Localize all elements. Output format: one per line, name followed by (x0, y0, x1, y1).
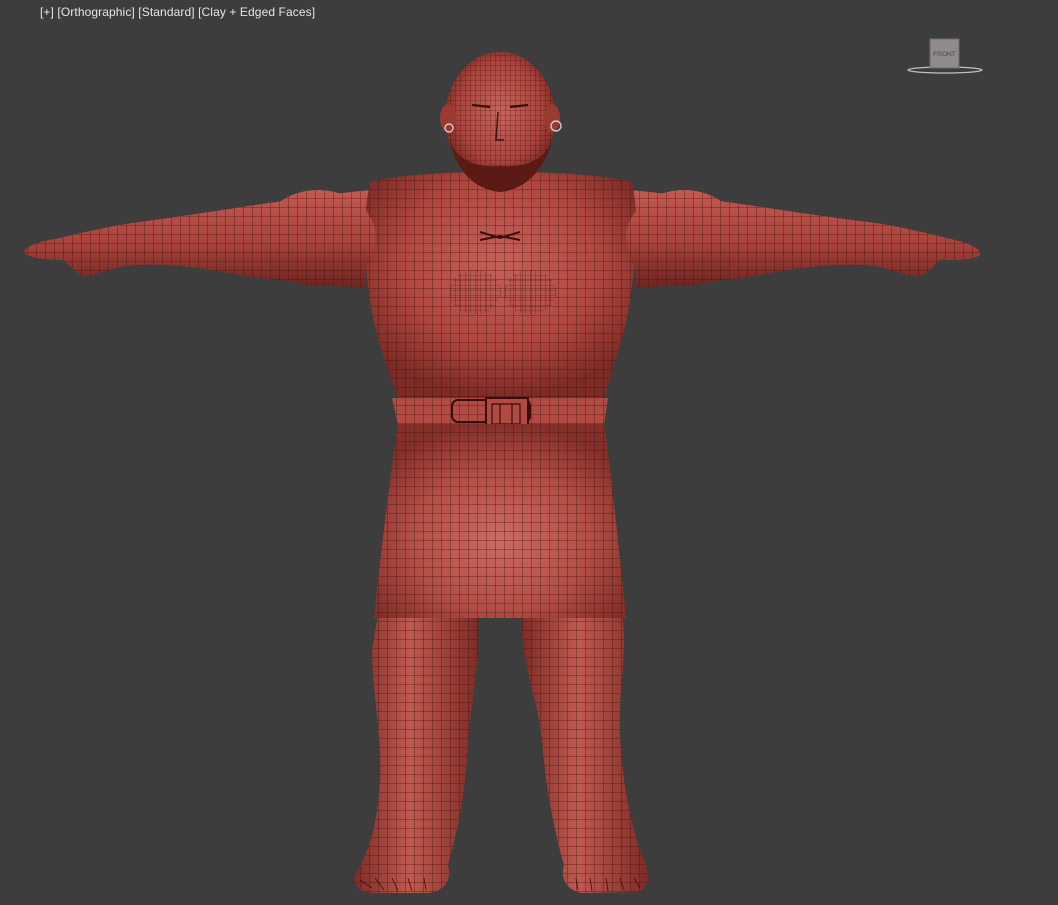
viewport-front[interactable]: [+] [Orthographic] [Standard] [Clay + Ed… (0, 0, 1058, 905)
head (440, 52, 562, 192)
character-model[interactable] (0, 0, 1058, 905)
left-leg (354, 615, 479, 893)
right-leg (521, 615, 648, 893)
belt (392, 397, 608, 429)
tunic-skirt (374, 424, 626, 618)
viewcube-face-label: FRONT (933, 51, 955, 58)
viewcube[interactable]: FRONT (905, 36, 985, 78)
